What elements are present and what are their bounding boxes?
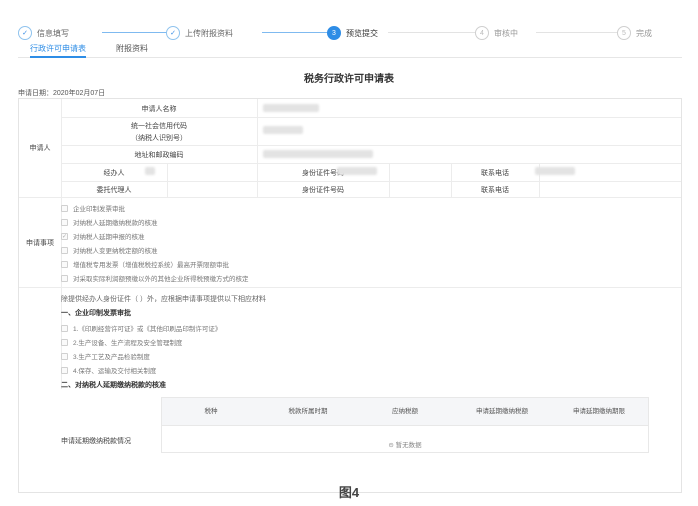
column-header: 申请延期缴纳税额 <box>476 408 528 415</box>
redacted-value <box>263 126 303 134</box>
check-icon: ✓ <box>166 26 180 40</box>
redacted-value <box>535 167 575 175</box>
step-label: 预览提交 <box>346 28 378 38</box>
material-option[interactable]: 1.《印刷经营许可证》或《其他印刷品印制许可证》 <box>61 323 221 333</box>
step-5: 5 完成 <box>617 24 652 42</box>
step-4: 4 审核中 <box>475 24 518 42</box>
tab-attachments[interactable]: 附报资料 <box>116 42 148 58</box>
checkbox-icon <box>61 246 68 254</box>
taxpayer-id-label: （纳税人识别号） <box>131 135 187 142</box>
checkbox-icon <box>61 218 68 226</box>
application-date: 申请日期：2020年02月07日 <box>18 90 106 97</box>
grid-line <box>61 163 681 164</box>
step-label: 审核中 <box>494 28 518 38</box>
materials-note: 除提供经办人身份证件（ ）外，应根据申请事项提供以下相应材料 <box>61 296 266 303</box>
address-label: 地址和邮政编码 <box>134 152 184 159</box>
checkbox-icon <box>61 274 68 282</box>
page-title: 税务行政许可申请表 <box>304 74 394 85</box>
checkbox-icon <box>61 260 68 268</box>
checkbox-icon <box>61 338 68 346</box>
tab-bar: 行政许可申请表 附报资料 <box>18 42 682 58</box>
matter-option[interactable]: 对纳税人延期缴纳税款的核准 <box>61 217 158 227</box>
handler-phone-label: 联系电话 <box>481 170 509 177</box>
progress-steps: ✓ 信息填写 ✓ 上传附报资料 3 预览提交 4 审核中 5 完成 <box>18 24 682 42</box>
redacted-value <box>337 167 377 175</box>
checkbox-icon <box>61 324 68 332</box>
grid-line <box>19 197 681 198</box>
check-icon: ✓ <box>18 26 32 40</box>
step-connector <box>262 32 330 33</box>
column-header: 税种 <box>204 408 218 415</box>
step-3: 3 预览提交 <box>327 24 378 42</box>
step-connector <box>102 32 170 33</box>
matter-option[interactable]: 对纳税人变更纳税定额的核准 <box>61 245 158 255</box>
step-2: ✓ 上传附报资料 <box>166 24 233 42</box>
applicant-name-label: 申请人名称 <box>141 106 177 113</box>
grid-line <box>19 287 681 288</box>
checkbox-icon <box>61 204 68 212</box>
step-label: 信息填写 <box>37 28 69 38</box>
agent-id-label: 身份证件号码 <box>302 187 344 194</box>
material-option[interactable]: 2.生产设备、生产流程及安全管理制度 <box>61 337 182 347</box>
material-option[interactable]: 3.生产工艺及产品检验制度 <box>61 351 150 361</box>
step-1: ✓ 信息填写 <box>18 24 69 42</box>
section-heading: 一、企业印制发票审批 <box>61 310 131 317</box>
step-number: 4 <box>475 26 489 40</box>
matters-label: 申请事项 <box>26 240 54 247</box>
figure-caption: 图4 <box>338 485 360 500</box>
table-header: 税种 税款所属时期 应纳税额 申请延期缴纳税额 申请延期缴纳期限 <box>162 398 648 426</box>
matter-option[interactable]: 对采取实际利润额预缴以外的其他企业所得税预缴方式的核定 <box>61 273 249 283</box>
checkbox-icon <box>61 366 68 374</box>
checkbox-checked-icon: ✓ <box>61 232 68 240</box>
section-heading: 二、对纳税人延期缴纳税款的核准 <box>61 382 166 389</box>
grid-line <box>61 181 681 182</box>
grid-line <box>257 99 258 163</box>
step-connector <box>388 32 476 33</box>
checkbox-icon <box>61 352 68 360</box>
redacted-value <box>263 150 373 158</box>
matter-option[interactable]: 增值税专用发票（增值税税控系统）最高开票限额审批 <box>61 259 229 269</box>
agent-label: 委托代理人 <box>96 187 132 194</box>
applicant-section-label: 申请人 <box>29 145 51 152</box>
credit-code-label: 统一社会信用代码 <box>131 123 187 130</box>
grid-line <box>61 145 681 146</box>
application-form-table: 申请人 申请人名称 统一社会信用代码 （纳税人识别号） 地址和邮政编码 经办人 … <box>18 98 682 493</box>
step-number: 5 <box>617 26 631 40</box>
step-label: 上传附报资料 <box>185 28 233 38</box>
step-number: 3 <box>327 26 341 40</box>
tab-application-form[interactable]: 行政许可申请表 <box>30 42 86 58</box>
grid-line <box>389 163 390 197</box>
step-label: 完成 <box>636 28 652 38</box>
matter-option[interactable]: ✓ 对纳税人延期申报的核准 <box>61 231 145 241</box>
column-header: 应纳税额 <box>392 408 418 415</box>
deferral-table: 税种 税款所属时期 应纳税额 申请延期缴纳税额 申请延期缴纳期限 ⊝ 暂无数据 <box>161 397 649 453</box>
deferral-table-label: 申请延期缴纳税款情况 <box>61 438 131 445</box>
grid-line <box>61 117 681 118</box>
column-header: 税款所属时期 <box>288 408 328 415</box>
redacted-value <box>263 104 319 112</box>
grid-line <box>167 163 168 197</box>
matter-option[interactable]: 企业印制发票审批 <box>61 203 125 213</box>
empty-icon: ⊝ <box>388 442 396 449</box>
empty-state: ⊝ 暂无数据 <box>388 442 422 449</box>
step-connector <box>536 32 622 33</box>
column-header: 申请延期缴纳期限 <box>573 408 625 415</box>
agent-phone-label: 联系电话 <box>481 187 509 194</box>
material-option[interactable]: 4.保存、运输及交付相关制度 <box>61 365 156 375</box>
redacted-value <box>145 167 155 175</box>
